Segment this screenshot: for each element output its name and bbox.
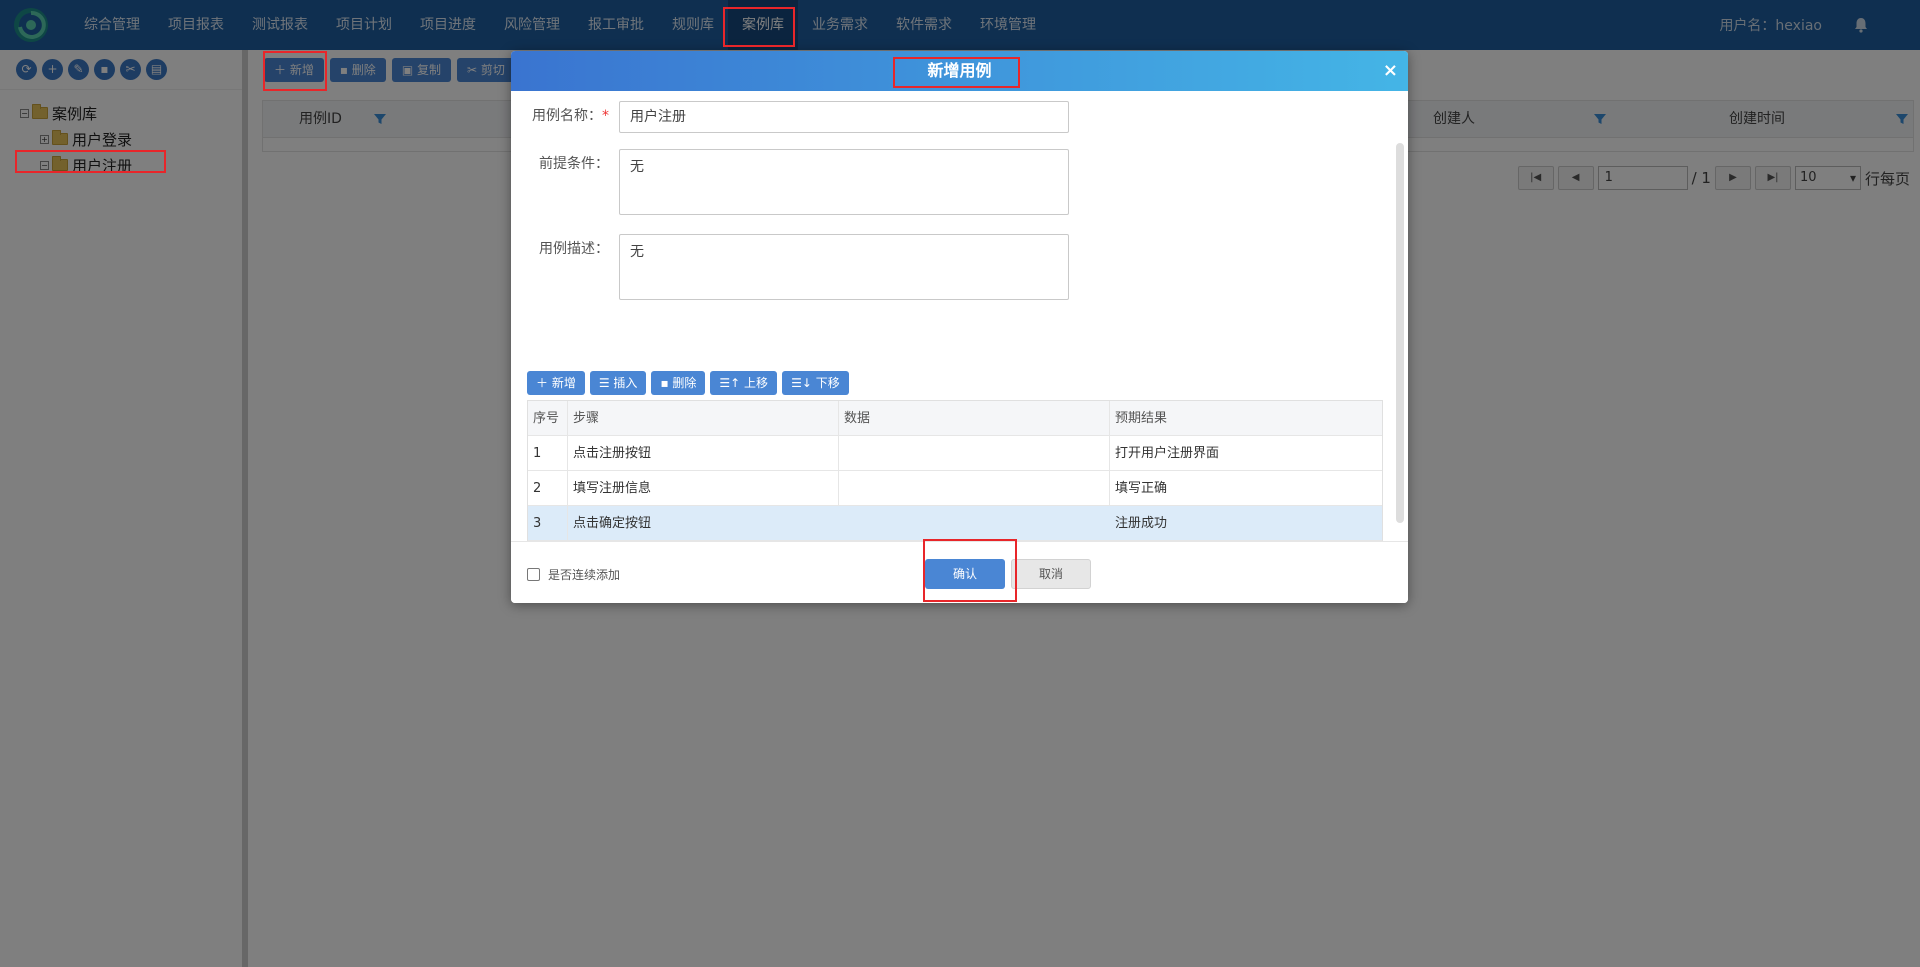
expected-cell[interactable]: 填写正确 (1110, 471, 1382, 506)
step-move-up-label: 上移 (744, 376, 769, 390)
dialog-header: 新增用例 × (511, 51, 1408, 91)
dialog-title: 新增用例 (927, 61, 992, 80)
step-move-up-button[interactable]: ☰↑ 上移 (710, 371, 778, 395)
step-insert-button[interactable]: ☰ 插入 (589, 371, 647, 395)
case-name-row: 用例名称：* 用户注册 (511, 101, 1069, 133)
continuous-add-checkbox[interactable] (527, 568, 540, 581)
confirm-button[interactable]: 确认 (925, 559, 1005, 589)
step-no-cell: 2 (528, 471, 568, 506)
step-toolbar: ＋ 新增 ☰ 插入 ▪ 删除 ☰↑ 上移 ☰↓ 下移 (527, 371, 849, 395)
column-step: 步骤 (568, 401, 839, 436)
cancel-button[interactable]: 取消 (1011, 559, 1091, 589)
step-delete-label: 删除 (672, 376, 697, 390)
precondition-textarea[interactable]: 无 (619, 149, 1069, 215)
data-cell[interactable] (839, 506, 1110, 541)
case-name-label: 用例名称：* (511, 101, 619, 133)
data-cell[interactable] (839, 436, 1110, 471)
close-icon[interactable]: × (1383, 61, 1398, 81)
step-insert-label: 插入 (613, 376, 638, 390)
precondition-label: 前提条件： (539, 156, 609, 172)
expected-cell[interactable]: 打开用户注册界面 (1110, 436, 1382, 471)
dialog-body: 用例名称：* 用户注册 前提条件： 无 用例描述： 无 ＋ 新增 ☰ 插入 ▪ … (511, 91, 1408, 593)
step-delete-button[interactable]: ▪ 删除 (651, 371, 706, 395)
description-label: 用例描述： (539, 241, 609, 257)
table-row-selected[interactable]: 3 点击确定按钮 注册成功 (528, 506, 1382, 541)
new-case-dialog: 新增用例 × 用例名称：* 用户注册 前提条件： 无 用例描述： 无 ＋ 新增 … (511, 51, 1408, 603)
case-name-input[interactable]: 用户注册 (619, 101, 1069, 133)
dialog-footer: 是否连续添加 确认 取消 (511, 541, 1408, 603)
step-add-label: 新增 (551, 376, 576, 390)
column-expected: 预期结果 (1115, 411, 1168, 426)
step-add-button[interactable]: ＋ 新增 (527, 371, 585, 395)
table-row[interactable]: 2 填写注册信息 填写正确 (528, 471, 1382, 506)
step-move-down-label: 下移 (815, 376, 840, 390)
data-cell[interactable] (839, 471, 1110, 506)
precondition-row: 前提条件： 无 (511, 149, 1069, 215)
dialog-scrollbar[interactable] (1396, 143, 1404, 523)
column-step-no: 序号 (528, 401, 568, 436)
step-cell[interactable]: 填写注册信息 (568, 471, 839, 506)
description-row: 用例描述： 无 (511, 234, 1069, 300)
step-cell[interactable]: 点击注册按钮 (568, 436, 839, 471)
step-no-cell: 3 (528, 506, 568, 541)
column-data: 数据 (839, 401, 1110, 436)
step-no-cell: 1 (528, 436, 568, 471)
required-mark: * (602, 108, 609, 124)
table-row[interactable]: 1 点击注册按钮 打开用户注册界面 (528, 436, 1382, 471)
step-cell[interactable]: 点击确定按钮 (568, 506, 839, 541)
continuous-add-option[interactable]: 是否连续添加 (527, 566, 620, 583)
steps-header-row: 序号 步骤 数据 预期结果 (528, 401, 1382, 436)
expected-cell[interactable]: 注册成功 (1110, 506, 1382, 541)
case-name-label-text: 用例名称： (532, 108, 602, 124)
continuous-add-label: 是否连续添加 (548, 568, 621, 582)
step-move-down-button[interactable]: ☰↓ 下移 (782, 371, 849, 395)
description-textarea[interactable]: 无 (619, 234, 1069, 300)
